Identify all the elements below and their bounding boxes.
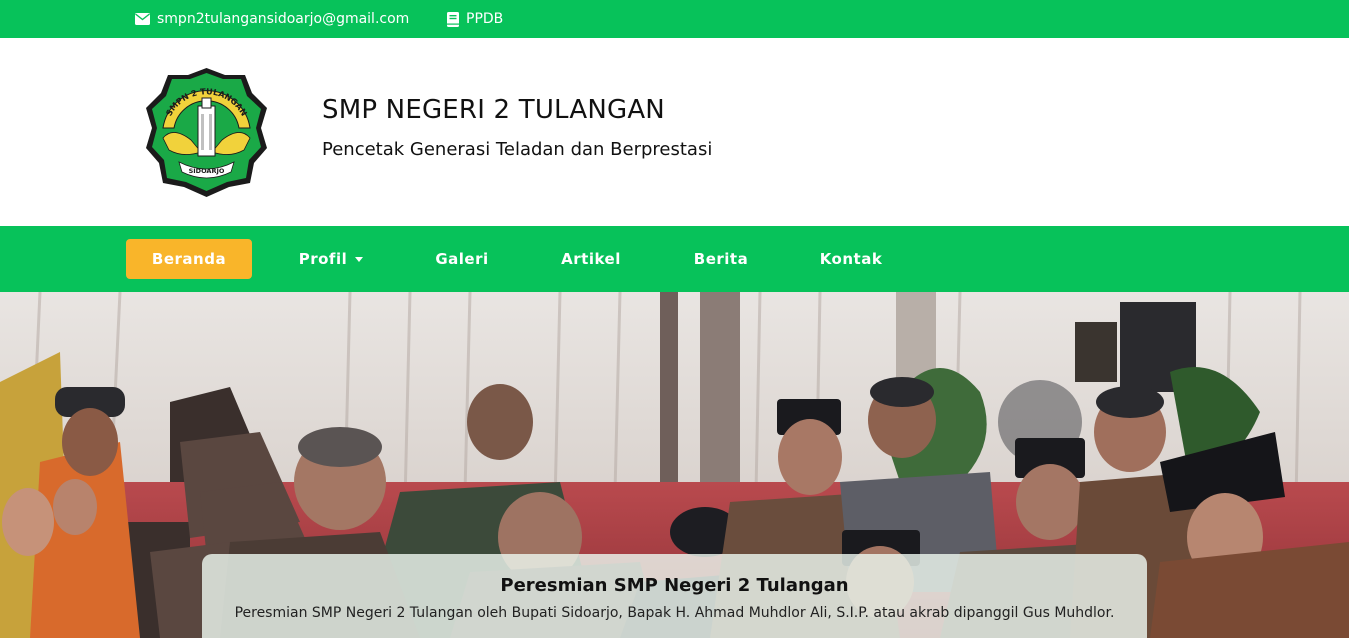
site-subtitle: Pencetak Generasi Teladan dan Berprestas… xyxy=(322,139,713,160)
nav-beranda[interactable]: Beranda xyxy=(126,239,252,279)
caption-text: Peresmian SMP Negeri 2 Tulangan oleh Bup… xyxy=(234,605,1115,621)
nav-berita[interactable]: Berita xyxy=(678,239,764,279)
email-text: smpn2tulangansidoarjo@gmail.com xyxy=(157,11,410,27)
ppdb-text: PPDB xyxy=(466,11,504,27)
envelope-icon xyxy=(135,13,150,25)
nav-profil-dropdown[interactable]: Profil xyxy=(283,239,379,279)
nav-beranda-label: Beranda xyxy=(151,250,227,268)
logo-text-bottom: SIDOARJO xyxy=(189,167,225,175)
main-navbar: Beranda Profil Galeri Artikel Berita Kon… xyxy=(0,226,1349,292)
nav-galeri-label: Galeri xyxy=(435,250,489,268)
school-logo[interactable]: SMPN 2 TULANGAN SIDOARJO xyxy=(143,66,270,198)
site-title: SMP NEGERI 2 TULANGAN xyxy=(322,95,665,125)
site-header: SMPN 2 TULANGAN SIDOARJO SMP NEGERI 2 TU… xyxy=(0,38,1349,226)
nav-kontak-label: Kontak xyxy=(819,250,883,268)
nav-galeri[interactable]: Galeri xyxy=(420,239,504,279)
top-info-bar: smpn2tulangansidoarjo@gmail.com PPDB xyxy=(0,0,1349,38)
nav-artikel[interactable]: Artikel xyxy=(546,239,636,279)
nav-kontak[interactable]: Kontak xyxy=(805,239,897,279)
nav-berita-label: Berita xyxy=(693,250,749,268)
carousel-caption: Peresmian SMP Negeri 2 Tulangan Peresmia… xyxy=(202,554,1147,638)
nav-profil-label: Profil xyxy=(298,250,348,268)
nav-artikel-label: Artikel xyxy=(561,250,621,268)
hero-carousel[interactable]: Peresmian SMP Negeri 2 Tulangan Peresmia… xyxy=(0,292,1349,638)
caret-down-icon xyxy=(355,256,364,262)
caption-title: Peresmian SMP Negeri 2 Tulangan xyxy=(500,575,849,596)
ppdb-link[interactable]: PPDB xyxy=(447,0,503,38)
email-link[interactable]: smpn2tulangansidoarjo@gmail.com xyxy=(135,0,409,38)
book-icon xyxy=(447,11,459,27)
